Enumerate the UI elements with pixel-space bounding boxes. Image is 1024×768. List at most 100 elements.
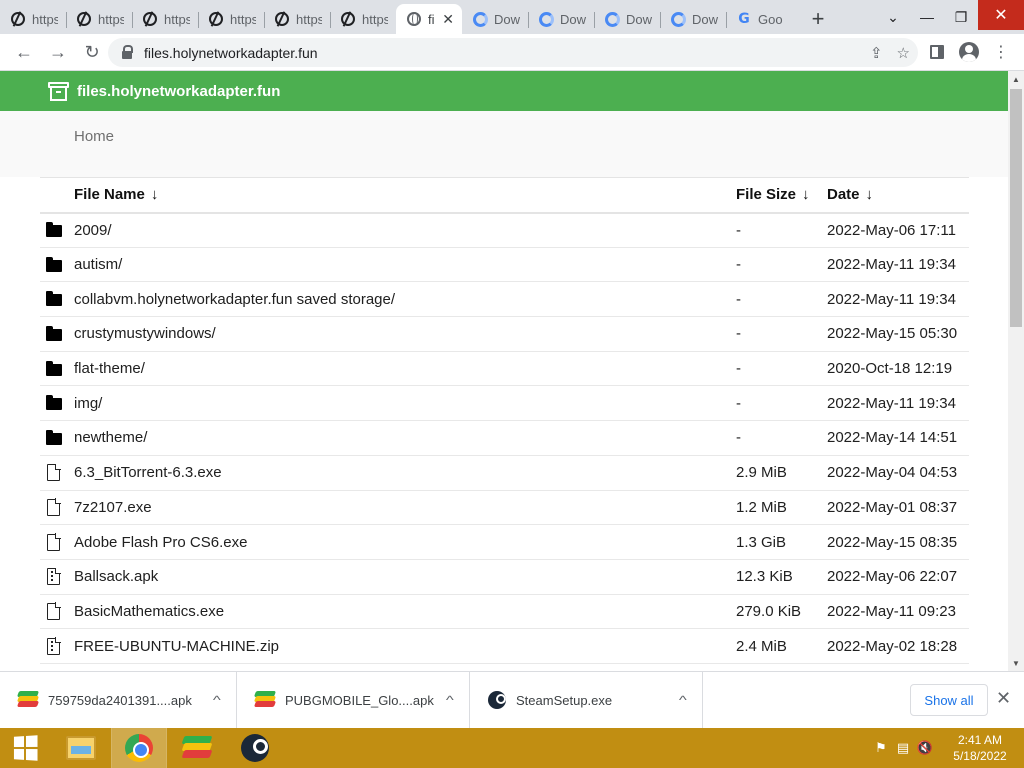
file-date: 2022-May-15 08:35: [827, 524, 969, 560]
sort-arrow-icon: ↓: [150, 186, 159, 204]
steam-icon: [488, 691, 506, 709]
new-tab-button[interactable]: +: [800, 4, 836, 34]
restore-button[interactable]: ❐: [944, 2, 978, 32]
table-row[interactable]: newtheme/-2022-May-14 14:51: [40, 420, 969, 456]
table-row[interactable]: Ballsack.apk 12.3 KiB 2022-May-06 22:07: [40, 559, 969, 595]
share-icon[interactable]: ⇪: [870, 44, 883, 62]
url-text[interactable]: files.holynetworkadapter.fun: [144, 45, 318, 61]
tab-2[interactable]: https: [132, 4, 198, 34]
taskbar-steam[interactable]: [228, 728, 282, 768]
tab-8[interactable]: Dow: [528, 4, 594, 34]
tab-9[interactable]: Dow: [594, 4, 660, 34]
tab-11[interactable]: G Goo: [726, 4, 792, 34]
page-scrollbar[interactable]: ▲ ▼: [1008, 71, 1024, 671]
table-row[interactable]: 6.3_BitTorrent-6.3.exe 2.9 MiB 2022-May-04…: [40, 455, 969, 491]
scroll-up-arrow-icon[interactable]: ▲: [1008, 71, 1024, 87]
file-name-link[interactable]: FREE-UBUNTU-MACHINE.zip: [74, 628, 736, 664]
table-row[interactable]: Adobe Flash Pro CS6.exe 1.3 GiB 2022-May-1…: [40, 524, 969, 560]
tab-6[interactable]: fi ✕: [396, 4, 462, 34]
tab-0[interactable]: https: [0, 4, 66, 34]
tab-10[interactable]: Dow: [660, 4, 726, 34]
table-row[interactable]: crustymustywindows/-2022-May-15 05:30: [40, 316, 969, 352]
start-button[interactable]: [0, 728, 50, 768]
show-all-downloads-button[interactable]: Show all: [910, 684, 988, 716]
table-row[interactable]: collabvm.holynetworkadapter.fun saved st…: [40, 281, 969, 318]
file-name-link[interactable]: img/: [74, 385, 736, 422]
lock-icon[interactable]: [122, 44, 133, 59]
taskbar-chrome[interactable]: [111, 727, 167, 768]
file-size: -: [736, 247, 827, 283]
forward-button[interactable]: →: [42, 36, 74, 68]
table-row[interactable]: BasicMathematics.exe 279.0 KiB 2022-May-11…: [40, 594, 969, 630]
file-name-link[interactable]: Adobe Flash Pro CS6.exe: [74, 524, 736, 560]
file-date: 2022-May-06 17:11: [827, 212, 969, 248]
back-button[interactable]: ←: [8, 36, 40, 68]
menu-button[interactable]: ⋮: [988, 39, 1014, 65]
minimize-button[interactable]: —: [910, 2, 944, 32]
sort-by-date[interactable]: Date ↓: [827, 177, 969, 214]
site-header: files.holynetworkadapter.fun: [0, 71, 1008, 111]
chevron-up-icon[interactable]: ^: [679, 693, 687, 707]
tab-search-chevron-icon[interactable]: ⌄: [876, 2, 910, 32]
file-name-link[interactable]: flat-theme/: [74, 351, 736, 387]
close-window-button[interactable]: ✕: [978, 0, 1024, 30]
reload-button[interactable]: ↻: [76, 36, 108, 68]
tab-1[interactable]: https: [66, 4, 132, 34]
table-row[interactable]: FREE-UBUNTU-MACHINE.zip 2.4 MiB 2022-May-0…: [40, 628, 969, 664]
tab-7[interactable]: Dow: [462, 4, 528, 34]
volume-muted-icon[interactable]: 🔇: [914, 728, 936, 768]
file-name-link[interactable]: newtheme/: [74, 420, 736, 456]
tab-title: https: [362, 11, 388, 27]
network-icon[interactable]: ▤: [892, 728, 914, 768]
tab-title: Dow: [626, 11, 652, 27]
bookmark-star-icon[interactable]: ☆: [897, 44, 910, 62]
table-row[interactable]: img/-2022-May-11 19:34: [40, 385, 969, 422]
file-name-link[interactable]: Ballsack.apk: [74, 559, 736, 595]
side-panel-button[interactable]: [924, 39, 950, 65]
taskbar-clock[interactable]: 2:41 AM 5/18/2022: [942, 732, 1018, 764]
site-title[interactable]: files.holynetworkadapter.fun: [77, 83, 280, 100]
breadcrumb-home[interactable]: Home: [74, 128, 114, 145]
tab-5[interactable]: https: [330, 4, 396, 34]
address-bar[interactable]: files.holynetworkadapter.fun ⇪ ☆: [108, 38, 918, 67]
file-size: -: [736, 281, 827, 318]
table-row[interactable]: autism/-2022-May-11 19:34: [40, 247, 969, 283]
globe-icon: [406, 11, 422, 27]
close-tab-icon[interactable]: ✕: [442, 11, 454, 28]
file-explorer-icon: [66, 736, 96, 760]
sort-by-name[interactable]: File Name ↓: [74, 177, 736, 214]
file-name-link[interactable]: 6.3_BitTorrent-6.3.exe: [74, 455, 736, 491]
download-item[interactable]: SteamSetup.exe ^: [470, 671, 703, 729]
file-name-link[interactable]: 7z2107.exe: [74, 490, 736, 526]
taskbar-file-explorer[interactable]: [54, 728, 108, 768]
download-item[interactable]: PUBGMOBILE_Glo....apk ^: [237, 671, 470, 729]
tab-3[interactable]: https: [198, 4, 264, 34]
tab-4[interactable]: https: [264, 4, 330, 34]
table-row[interactable]: 2009/-2022-May-06 17:11: [40, 212, 969, 248]
sort-arrow-icon: ↓: [865, 186, 874, 204]
file-name-link[interactable]: BasicMathematics.exe: [74, 594, 736, 630]
scroll-down-arrow-icon[interactable]: ▼: [1008, 655, 1024, 671]
downloads-shelf: 759759da2401391....apk ^ PUBGMOBILE_Glo.…: [0, 671, 1024, 729]
profile-button[interactable]: [956, 39, 982, 65]
file-name-link[interactable]: collabvm.holynetworkadapter.fun saved st…: [74, 281, 736, 318]
sort-by-size[interactable]: File Size ↓: [736, 177, 827, 214]
breadcrumb: Home: [0, 111, 1008, 177]
close-shelf-icon[interactable]: ✕: [996, 688, 1011, 709]
file-name-link[interactable]: autism/: [74, 247, 736, 283]
scroll-thumb[interactable]: [1010, 89, 1022, 327]
file-name-link[interactable]: 2009/: [74, 212, 736, 248]
chevron-up-icon[interactable]: ^: [446, 693, 454, 707]
table-row[interactable]: 7z2107.exe 1.2 MiB 2022-May-01 08:37: [40, 490, 969, 526]
table-row[interactable]: flat-theme/-2020-Oct-18 12:19: [40, 351, 969, 387]
file-icon: [47, 533, 61, 551]
action-center-flag-icon[interactable]: ⚑: [870, 728, 892, 768]
file-date: 2022-May-04 04:53: [827, 455, 969, 491]
taskbar-bluestacks[interactable]: [170, 728, 224, 768]
file-date: 2022-May-01 08:37: [827, 490, 969, 526]
file-name-link[interactable]: crustymustywindows/: [74, 316, 736, 352]
row-icon-cell: [40, 524, 74, 560]
chevron-up-icon[interactable]: ^: [213, 693, 221, 707]
download-item[interactable]: 759759da2401391....apk ^: [0, 671, 237, 729]
bluestacks-icon: [181, 736, 213, 760]
